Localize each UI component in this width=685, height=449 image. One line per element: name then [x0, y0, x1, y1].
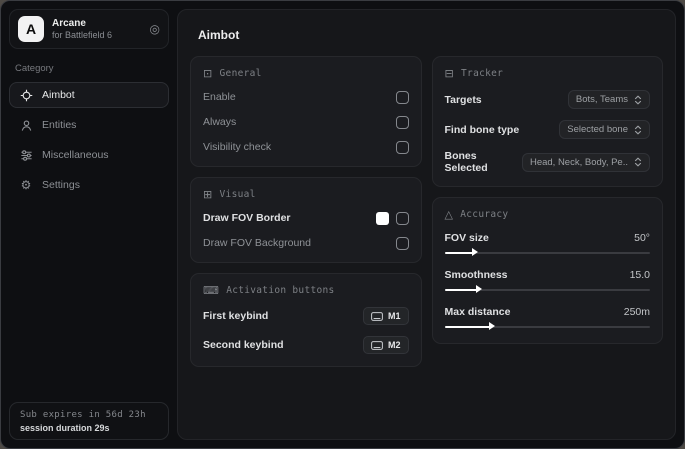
first-keybind-button[interactable]: M1: [362, 307, 409, 325]
slider-value: 50°: [634, 232, 650, 244]
sidebar-item-entities[interactable]: Entities: [9, 112, 169, 138]
card-accuracy: △ Accuracy FOV size 50° Smoothness 15.0 …: [431, 197, 663, 344]
setting-label: First keybind: [203, 310, 269, 322]
app-header-card: A Arcane for Battlefield 6 ◎: [9, 9, 169, 49]
squared-minus-icon: ⊟: [444, 67, 455, 80]
select-value: Bots, Teams: [575, 94, 628, 105]
chevron-updown-icon: [634, 125, 642, 134]
category-label: Category: [15, 63, 54, 74]
setting-row-fov-size: FOV size 50°: [444, 232, 650, 257]
app-name: Arcane: [52, 18, 86, 30]
sidebar-item-label: Entities: [42, 119, 77, 131]
keybind-value: M1: [387, 311, 401, 321]
setting-label: Always: [203, 116, 237, 128]
page-title: Aimbot: [198, 28, 240, 42]
bones-selected-select[interactable]: Head, Neck, Body, Pe..: [521, 152, 650, 172]
frame-icon: ⊡: [203, 67, 213, 80]
setting-label: Draw FOV Border: [203, 212, 291, 224]
sidebar-nav: Aimbot Entities Miscellaneous ⚙ Settings: [9, 82, 169, 198]
target-icon[interactable]: ◎: [150, 22, 160, 36]
left-column: ⊡ General Enable Always Visibility check: [190, 56, 422, 367]
arcane-window: A Arcane for Battlefield 6 ◎ Category Ai…: [0, 0, 685, 449]
setting-row-max-distance: Max distance 250m: [444, 306, 650, 331]
setting-label: Targets: [444, 93, 482, 106]
slider-thumb[interactable]: [476, 285, 483, 293]
card-activation-buttons: ⌨ Activation buttons First keybind M1 Se…: [190, 273, 422, 367]
card-general: ⊡ General Enable Always Visibility check: [190, 56, 422, 167]
always-checkbox[interactable]: [395, 115, 409, 129]
setting-label: Bones Selected: [444, 150, 488, 174]
slider-thumb[interactable]: [472, 248, 479, 256]
setting-row-second-keybind: Second keybind M2: [203, 336, 409, 354]
sidebar-item-aimbot[interactable]: Aimbot: [9, 82, 169, 108]
sidebar-item-settings[interactable]: ⚙ Settings: [9, 172, 169, 198]
card-title: Accuracy: [460, 209, 509, 220]
main-panel: Aimbot ⊡ General Enable Always Visibilit…: [177, 9, 676, 440]
sliders-icon: [19, 149, 33, 162]
sidebar: A Arcane for Battlefield 6 ◎ Category Ai…: [1, 1, 177, 448]
smoothness-slider[interactable]: [444, 285, 650, 294]
chevron-updown-icon: [634, 95, 642, 104]
sidebar-item-label: Aimbot: [42, 89, 75, 101]
sidebar-item-label: Settings: [42, 179, 80, 191]
setting-row-smoothness: Smoothness 15.0: [444, 269, 650, 294]
setting-label: Second keybind: [203, 339, 284, 351]
setting-label: Visibility check: [203, 141, 272, 153]
setting-row-targets: Targets Bots, Teams: [444, 90, 650, 109]
setting-label: Find bone type: [444, 123, 520, 136]
triangle-icon: △: [444, 208, 454, 221]
find-bone-type-select[interactable]: Selected bone: [559, 120, 650, 139]
setting-label: Smoothness: [444, 269, 508, 281]
select-value: Head, Neck, Body, Pe..: [529, 156, 628, 168]
keybind-value: M2: [387, 340, 401, 350]
sidebar-item-miscellaneous[interactable]: Miscellaneous: [9, 142, 169, 168]
setting-row-enable: Enable: [203, 90, 409, 104]
subscription-card: Sub expires in 56d 23h session duration …: [9, 402, 169, 440]
card-title: Activation buttons: [226, 285, 335, 296]
slider-value: 250m: [623, 306, 650, 318]
setting-row-visibility-check: Visibility check: [203, 140, 409, 154]
draw-fov-background-checkbox[interactable]: [395, 236, 409, 250]
right-column: ⊟ Tracker Targets Bots, Teams Find bone …: [431, 56, 663, 367]
card-title: Tracker: [461, 68, 504, 79]
app-subtitle: for Battlefield 6: [52, 29, 113, 40]
session-duration-text: session duration 29s: [20, 423, 110, 433]
fov-border-color-swatch[interactable]: [375, 211, 389, 225]
app-logo: A: [18, 16, 44, 42]
setting-label: Enable: [203, 91, 236, 103]
setting-row-find-bone-type: Find bone type Selected bone: [444, 120, 650, 139]
sub-expiry-text: Sub expires in 56d 23h: [20, 410, 146, 420]
max-distance-slider[interactable]: [444, 322, 650, 331]
setting-row-draw-fov-background: Draw FOV Background: [203, 236, 409, 250]
setting-label: FOV size: [444, 232, 489, 244]
slider-thumb[interactable]: [488, 322, 495, 330]
crosshair-icon: [19, 89, 33, 102]
card-visual: ⊞ Visual Draw FOV Border Draw FOV Backgr…: [190, 177, 422, 263]
setting-label: Max distance: [444, 306, 511, 318]
setting-row-bones-selected: Bones Selected Head, Neck, Body, Pe..: [444, 150, 650, 174]
setting-row-draw-fov-border: Draw FOV Border: [203, 211, 409, 225]
setting-label: Draw FOV Background: [203, 237, 311, 249]
setting-row-first-keybind: First keybind M1: [203, 307, 409, 325]
keyboard-icon: ⌨: [203, 284, 220, 297]
chevron-updown-icon: [634, 157, 642, 167]
gear-icon: ⚙: [20, 178, 32, 192]
card-title: Visual: [219, 189, 256, 200]
second-keybind-button[interactable]: M2: [362, 336, 409, 354]
slider-value: 15.0: [629, 269, 650, 281]
setting-row-always: Always: [203, 115, 409, 129]
visibility-check-checkbox[interactable]: [395, 140, 409, 154]
card-tracker: ⊟ Tracker Targets Bots, Teams Find bone …: [431, 56, 663, 187]
card-title: General: [219, 68, 262, 79]
keyboard-icon: [371, 340, 383, 350]
keyboard-icon: [371, 311, 383, 321]
fov-size-slider[interactable]: [444, 248, 650, 257]
enable-checkbox[interactable]: [395, 90, 409, 104]
select-value: Selected bone: [567, 124, 628, 135]
draw-fov-border-checkbox[interactable]: [395, 211, 409, 225]
person-icon: [19, 119, 33, 132]
squared-plus-icon: ⊞: [203, 188, 213, 201]
sidebar-item-label: Miscellaneous: [42, 149, 109, 161]
targets-select[interactable]: Bots, Teams: [567, 90, 650, 109]
